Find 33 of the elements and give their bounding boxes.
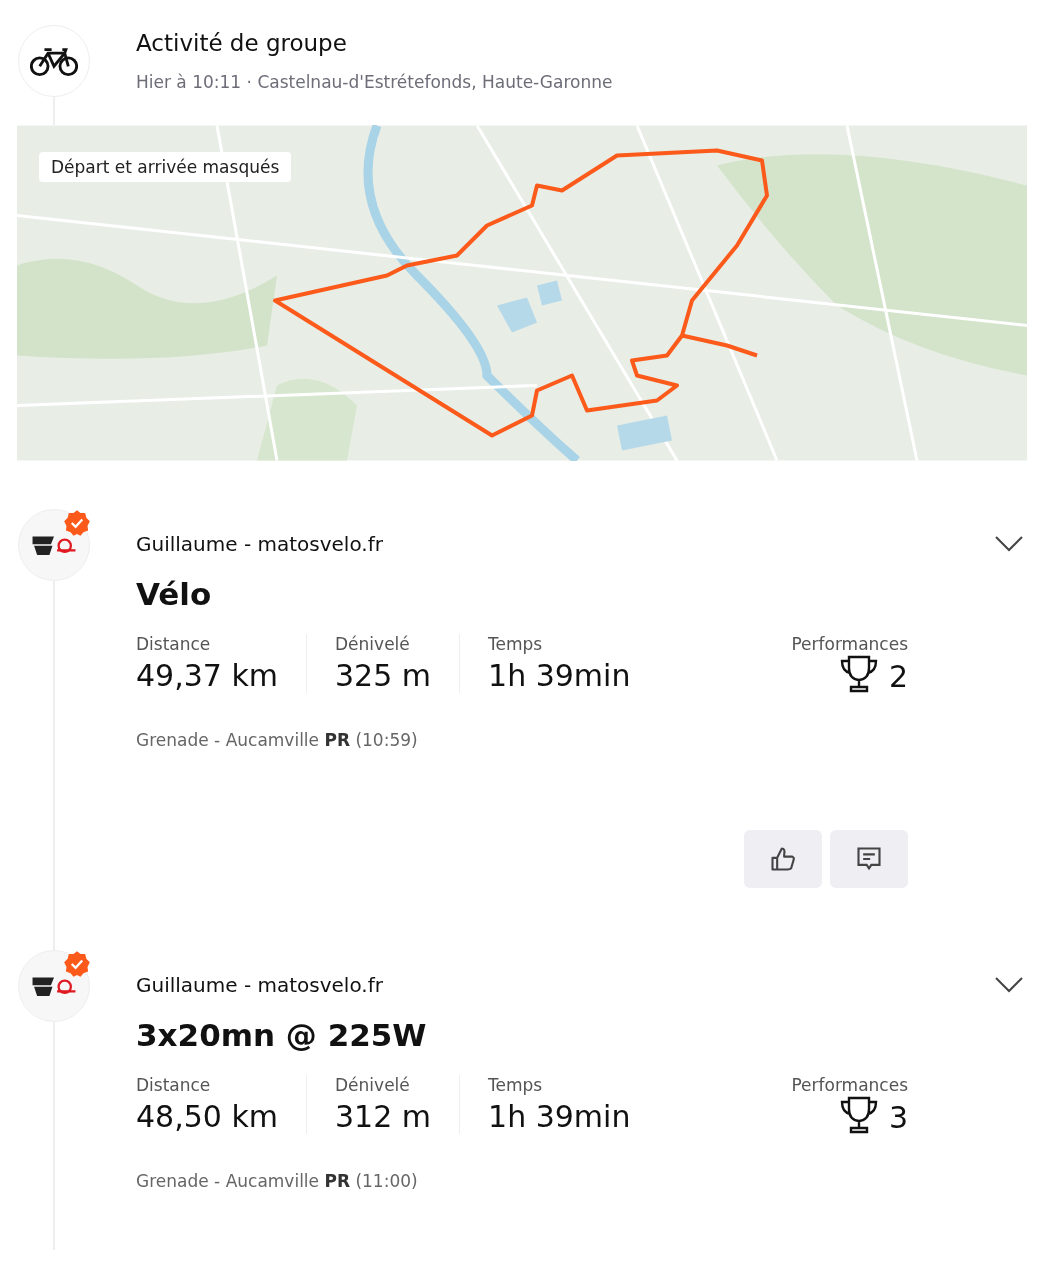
stat-value: 1h 39min	[488, 1099, 631, 1134]
stat-value: 48,50 km	[136, 1099, 279, 1134]
stat-value: 49,37 km	[136, 658, 279, 693]
stat-label: Performances	[791, 1075, 908, 1095]
performance-count: 3	[888, 1099, 908, 1135]
stat-label: Distance	[136, 634, 212, 654]
stat-label: Performances	[791, 634, 908, 654]
performance-count: 2	[888, 658, 908, 694]
chevron-down-icon	[995, 536, 1023, 552]
athlete-name[interactable]: Guillaume - matosvelo.fr	[136, 532, 383, 556]
activity-title[interactable]: 3x20mn @ 225W	[136, 1017, 1027, 1053]
athlete-name[interactable]: Guillaume - matosvelo.fr	[136, 973, 383, 997]
stat-value: 1h 39min	[488, 658, 631, 693]
map-label: Départ et arrivée masqués	[39, 152, 292, 182]
stat-value: 325 m	[335, 658, 432, 693]
stat-label: Dénivelé	[335, 634, 411, 654]
segment-result: Grenade - Aucamville PR (11:00)	[136, 1171, 419, 1191]
thumbs-up-icon	[769, 845, 797, 873]
stat-label: Distance	[136, 1075, 212, 1095]
trophy-icon	[838, 654, 879, 694]
chevron-down-icon	[995, 977, 1023, 993]
like-button[interactable]	[744, 830, 822, 888]
stat-label: Dénivelé	[335, 1075, 411, 1095]
stat-value: 312 m	[335, 1099, 432, 1134]
stat-label: Temps	[488, 634, 544, 654]
stat-label: Temps	[488, 1075, 544, 1095]
trophy-icon	[838, 1095, 879, 1135]
activity-title[interactable]: Vélo	[136, 576, 1027, 612]
activity-meta: Hier à 10:11 · Castelnau-d'Estrétefonds, Haute-Garonne	[136, 72, 614, 92]
group-title: Activité de groupe	[136, 30, 348, 56]
comment-button[interactable]	[830, 830, 908, 888]
segment-result: Grenade - Aucamville PR (10:59)	[136, 730, 419, 750]
bicycle-icon	[30, 45, 78, 77]
